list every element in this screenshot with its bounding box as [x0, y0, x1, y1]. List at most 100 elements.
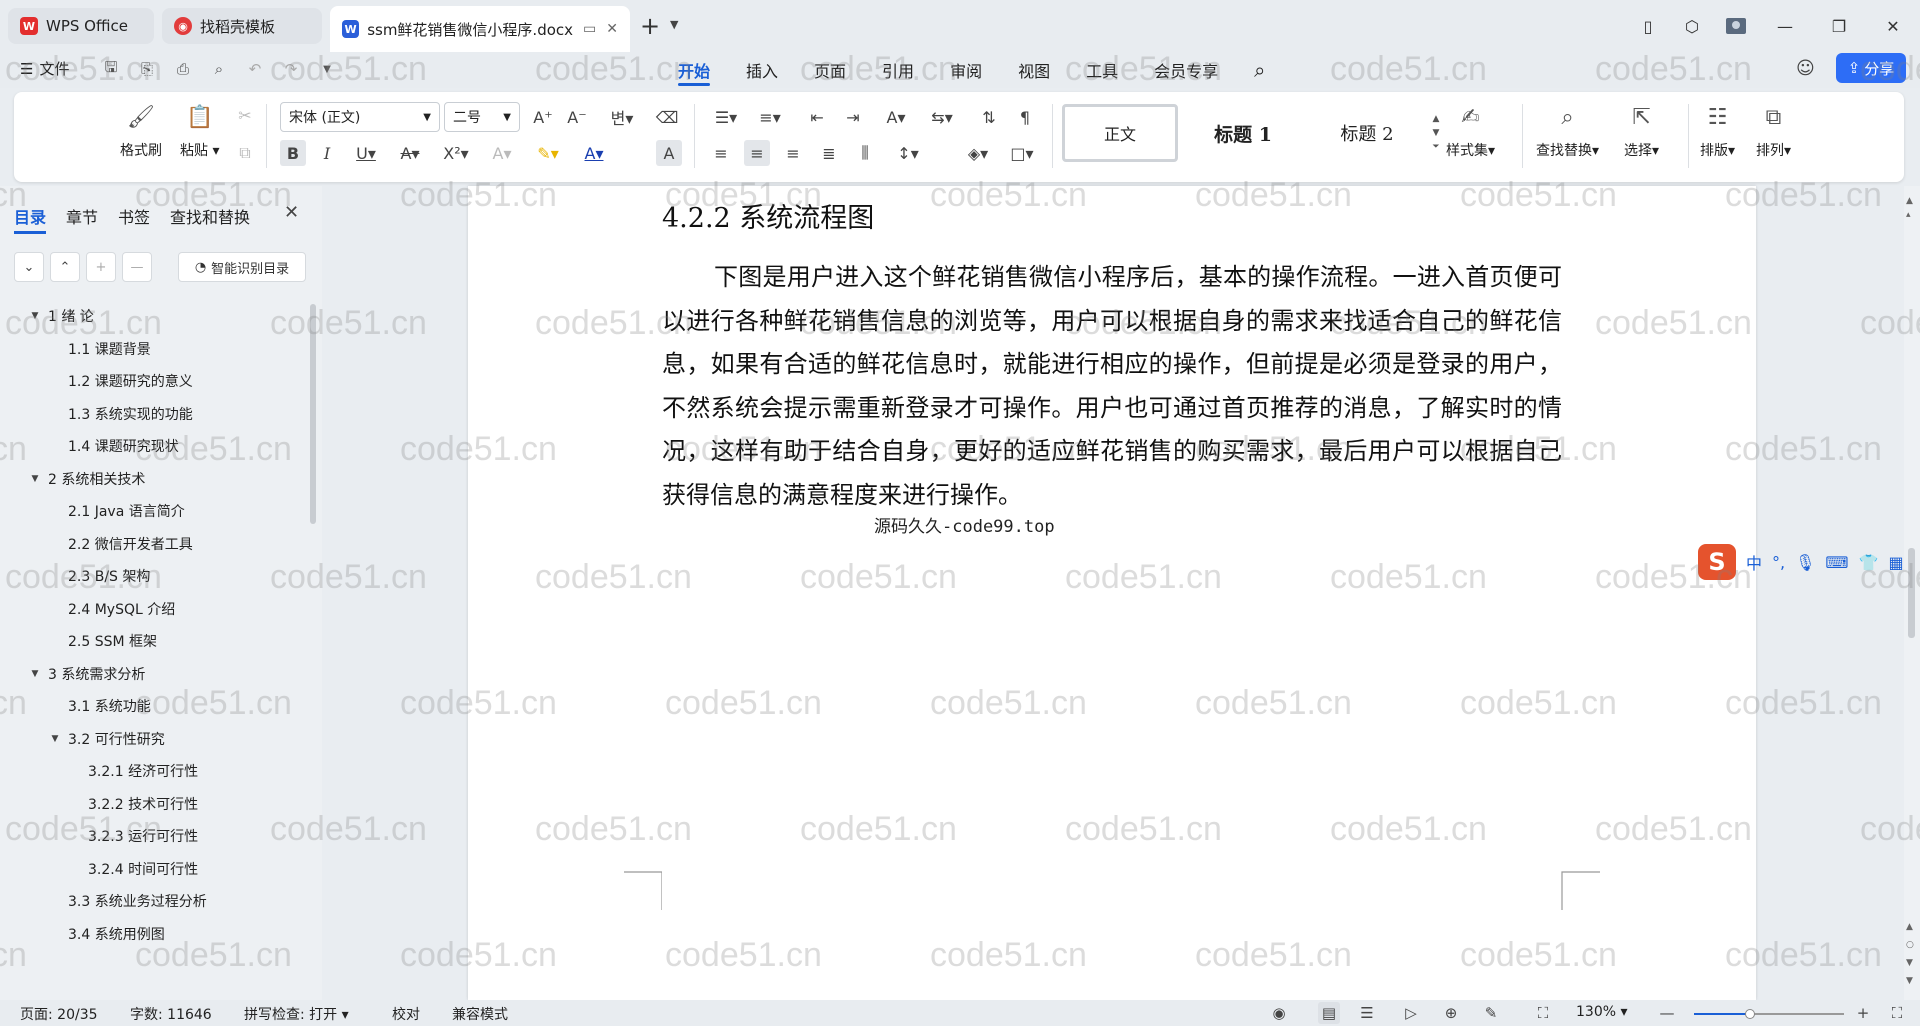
grow-font-icon[interactable]: A⁺ [530, 104, 556, 130]
nav-tab-toc[interactable]: 目录 [14, 204, 47, 234]
highlight-icon[interactable]: ✎▾ [528, 140, 568, 166]
paste-button[interactable]: 📋 粘贴 ▾ [180, 102, 219, 160]
align-right-icon[interactable]: ≡ [780, 140, 806, 166]
remove-heading-icon[interactable]: — [122, 252, 152, 282]
tab-list-chevron-icon[interactable]: ▼ [670, 18, 678, 31]
increase-indent-icon[interactable]: ⇥ [840, 104, 866, 130]
scroll-down-icon[interactable]: ▼ [1906, 976, 1913, 986]
nav-scrollbar[interactable] [310, 304, 316, 524]
style-heading-1[interactable]: 标题 1 [1178, 104, 1308, 162]
toc-item[interactable]: 1.1 课题背景 [0, 333, 310, 366]
new-tab-button[interactable]: + [640, 12, 660, 40]
print-preview-icon[interactable]: ⌕ [208, 58, 230, 80]
toc-item[interactable]: 2.2 微信开发者工具 [0, 528, 310, 561]
prev-page-icon[interactable]: ▲ [1906, 922, 1913, 932]
nav-tab-chapters[interactable]: 章节 [66, 204, 98, 228]
cut-icon[interactable]: ✂ [232, 102, 258, 128]
format-painter-button[interactable]: 🖌 格式刷 [120, 102, 162, 160]
print-icon[interactable]: ⎙ [172, 58, 194, 80]
toc-item[interactable]: 2.3 B/S 架构 [0, 560, 310, 593]
share-button[interactable]: ⇪ 分享 [1836, 53, 1906, 83]
style-heading-2[interactable]: 标题 2 [1308, 104, 1426, 162]
fit-page-icon[interactable]: ⛶ [1532, 1002, 1554, 1024]
select-button[interactable]: ⇱ 选择▾ [1624, 102, 1659, 160]
expand-toggle-icon[interactable]: ▼ [28, 474, 42, 484]
scroll-up-icon[interactable]: ▴ [1906, 210, 1911, 220]
toc-item[interactable]: 3.4 系统用例图 [0, 918, 310, 951]
italic-icon[interactable]: I [314, 140, 340, 166]
style-set-button[interactable]: ✍ 样式集▾ [1446, 102, 1495, 160]
nav-tab-bookmarks[interactable]: 书签 [118, 204, 150, 228]
shading-icon[interactable]: ◈▾ [958, 140, 998, 166]
justify-icon[interactable]: ≣ [816, 140, 842, 166]
play-icon[interactable]: ▷ [1400, 1002, 1422, 1024]
sort-icon[interactable]: ⇅ [976, 104, 1002, 130]
monitor-icon[interactable]: ▭ [583, 21, 596, 37]
export-pdf-icon[interactable]: ⎘ [136, 58, 158, 80]
align-center-icon[interactable]: ≡ [744, 140, 770, 166]
toc-item[interactable]: 2.1 Java 语言简介 [0, 495, 310, 528]
tab-member[interactable]: 会员专享 [1136, 52, 1236, 88]
eye-protection-icon[interactable]: ◉ [1268, 1002, 1290, 1024]
proofread-button[interactable]: 校对 [392, 1004, 420, 1024]
text-swap-icon[interactable]: ⇆▾ [924, 104, 960, 130]
collapse-all-icon[interactable]: ⌃ [50, 252, 80, 282]
tab-document[interactable]: W ssm鲜花销售微信小程序.docx ▭ ✕ [330, 6, 630, 52]
font-size-select[interactable]: 二号 ▼ [444, 102, 520, 132]
find-replace-button[interactable]: ⌕ 查找替换▾ [1536, 102, 1599, 160]
line-spacing-icon[interactable]: ↕▾ [888, 140, 928, 166]
toc-item[interactable]: 2.5 SSM 框架 [0, 625, 310, 658]
toc-item[interactable]: 3.2.1 经济可行性 [0, 755, 310, 788]
microphone-icon[interactable]: 🎙 [1795, 553, 1815, 572]
zoom-out-icon[interactable]: — [1656, 1002, 1678, 1024]
zoom-in-icon[interactable]: + [1852, 1002, 1874, 1024]
tab-view[interactable]: 视图 [1000, 52, 1068, 88]
toolbox-icon[interactable]: ▦ [1888, 553, 1903, 572]
add-heading-icon[interactable]: + [86, 252, 116, 282]
document-paragraph[interactable]: 下图是用户进入这个鲜花销售微信小程序后，基本的操作流程。一进入首页便可以进行各种… [662, 256, 1562, 517]
phonetic-guide-icon[interactable]: 변▾ [602, 104, 642, 130]
expand-toggle-icon[interactable]: ▼ [28, 311, 42, 321]
next-page-icon[interactable]: ▼ [1906, 958, 1913, 968]
tab-page[interactable]: 页面 [796, 52, 864, 88]
clear-format-icon[interactable]: ⌫ [654, 104, 680, 130]
save-icon[interactable]: 🖫 [100, 58, 122, 80]
document-caption[interactable]: 源码久久-code99.top [874, 512, 1055, 537]
align-left-icon[interactable]: ≡ [708, 140, 734, 166]
text-effect-icon[interactable]: A▾ [484, 140, 520, 166]
tab-docer-templates[interactable]: ◉ 找稻壳模板 [162, 8, 322, 44]
sidebar-layout-icon[interactable]: ▯ [1626, 6, 1670, 46]
nav-tab-find-replace[interactable]: 查找和替换 [170, 204, 250, 228]
expand-toggle-icon[interactable]: ▼ [28, 669, 42, 679]
outline-view-icon[interactable]: ☰ [1356, 1002, 1378, 1024]
toc-item[interactable]: 3.2.2 技术可行性 [0, 788, 310, 821]
sogou-logo-icon[interactable]: S [1698, 544, 1736, 580]
shrink-font-icon[interactable]: A⁻ [564, 104, 590, 130]
fullscreen-icon[interactable]: ⛶ [1886, 1002, 1908, 1024]
bold-icon[interactable]: B [280, 140, 306, 166]
strikethrough-icon[interactable]: A▾ [392, 140, 428, 166]
arrange-button[interactable]: ⧉ 排列▾ [1756, 102, 1791, 160]
zoom-slider-thumb[interactable] [1744, 1009, 1755, 1019]
scroll-up-icon[interactable]: ▲ [1906, 196, 1913, 206]
tab-insert[interactable]: 插入 [728, 52, 796, 88]
style-gallery-scroll[interactable]: ▲ ▼ ⏷ [1426, 114, 1446, 152]
decrease-indent-icon[interactable]: ⇤ [804, 104, 830, 130]
toc-item[interactable]: 3.1 系统功能 [0, 690, 310, 723]
minimize-icon[interactable]: — [1758, 6, 1812, 46]
spell-check-toggle[interactable]: 拼写检查: 打开 ▾ [244, 1004, 349, 1024]
show-marks-icon[interactable]: ¶ [1012, 104, 1038, 130]
page-indicator[interactable]: 页面: 20/35 [20, 1004, 98, 1024]
undo-icon[interactable]: ↶ [244, 58, 266, 80]
toc-item[interactable]: 1.4 课题研究现状 [0, 430, 310, 463]
tab-home[interactable]: 开始 [660, 52, 728, 88]
close-window-icon[interactable]: ✕ [1866, 6, 1920, 46]
smart-toc-button[interactable]: ◔ 智能识别目录 [178, 252, 306, 282]
ime-mode[interactable]: 中 [1746, 550, 1762, 574]
distribute-icon[interactable]: ⫼ [852, 140, 878, 166]
browse-object-icon[interactable]: ○ [1906, 940, 1914, 950]
char-shading-icon[interactable]: A [656, 140, 682, 166]
avatar[interactable] [1714, 6, 1758, 46]
superscript-icon[interactable]: X²▾ [436, 140, 476, 166]
expand-toggle-icon[interactable]: ▼ [48, 734, 62, 744]
